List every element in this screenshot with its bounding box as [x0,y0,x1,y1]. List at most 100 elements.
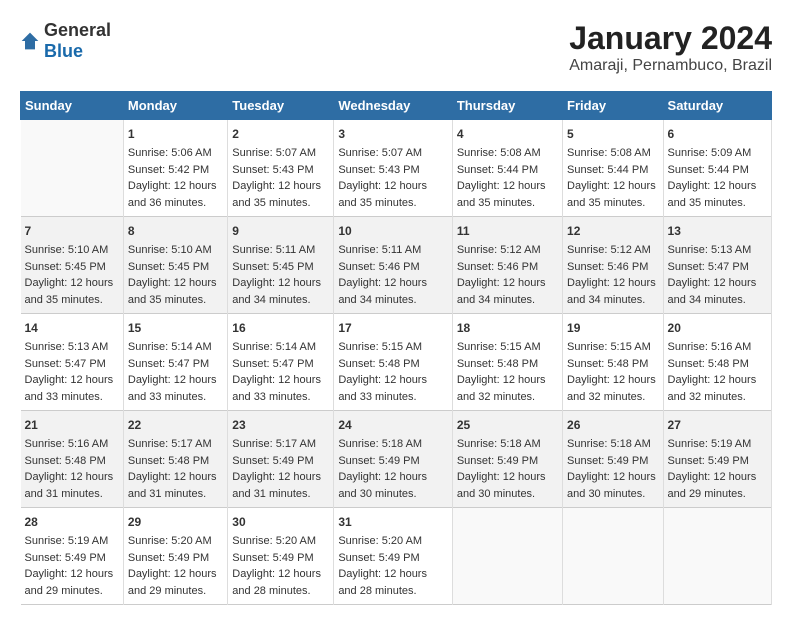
sunset-text: Sunset: 5:47 PM [232,356,329,373]
day-number: 3 [338,125,448,143]
day-number: 23 [232,416,329,434]
daylight-text: Daylight: 12 hours and 34 minutes. [668,275,767,308]
day-number: 14 [25,319,119,337]
calendar-cell: 13Sunrise: 5:13 AMSunset: 5:47 PMDayligh… [663,217,771,314]
day-number: 30 [232,513,329,531]
calendar-cell: 7Sunrise: 5:10 AMSunset: 5:45 PMDaylight… [21,217,124,314]
sunset-text: Sunset: 5:49 PM [338,550,448,567]
day-number: 12 [567,222,659,240]
logo: General Blue [20,20,111,62]
calendar-cell: 1Sunrise: 5:06 AMSunset: 5:42 PMDaylight… [123,120,227,217]
sunset-text: Sunset: 5:47 PM [128,356,223,373]
sunset-text: Sunset: 5:48 PM [128,453,223,470]
daylight-text: Daylight: 12 hours and 35 minutes. [457,178,558,211]
sunset-text: Sunset: 5:48 PM [25,453,119,470]
sunset-text: Sunset: 5:42 PM [128,162,223,179]
daylight-text: Daylight: 12 hours and 34 minutes. [567,275,659,308]
header-cell-sunday: Sunday [21,92,124,120]
sunrise-text: Sunrise: 5:12 AM [567,242,659,259]
calendar-cell [663,508,771,605]
calendar-cell: 28Sunrise: 5:19 AMSunset: 5:49 PMDayligh… [21,508,124,605]
day-number: 15 [128,319,223,337]
sunset-text: Sunset: 5:48 PM [338,356,448,373]
day-number: 25 [457,416,558,434]
sunset-text: Sunset: 5:49 PM [232,550,329,567]
sunset-text: Sunset: 5:44 PM [668,162,767,179]
sunset-text: Sunset: 5:44 PM [457,162,558,179]
calendar-cell: 4Sunrise: 5:08 AMSunset: 5:44 PMDaylight… [452,120,562,217]
daylight-text: Daylight: 12 hours and 33 minutes. [232,372,329,405]
main-title: January 2024 [569,20,772,57]
sunrise-text: Sunrise: 5:07 AM [232,145,329,162]
sunset-text: Sunset: 5:49 PM [338,453,448,470]
day-number: 22 [128,416,223,434]
header-cell-thursday: Thursday [452,92,562,120]
week-row-2: 7Sunrise: 5:10 AMSunset: 5:45 PMDaylight… [21,217,772,314]
sunrise-text: Sunrise: 5:15 AM [338,339,448,356]
daylight-text: Daylight: 12 hours and 35 minutes. [338,178,448,211]
daylight-text: Daylight: 12 hours and 35 minutes. [668,178,767,211]
calendar-cell: 17Sunrise: 5:15 AMSunset: 5:48 PMDayligh… [334,314,453,411]
calendar-cell: 12 Sunrise: 5:12 AMSunset: 5:46 PMDayligh… [563,217,664,314]
day-number: 10 [338,222,448,240]
daylight-text: Daylight: 12 hours and 32 minutes. [567,372,659,405]
daylight-text: Daylight: 12 hours and 36 minutes. [128,178,223,211]
sunset-text: Sunset: 5:49 PM [128,550,223,567]
daylight-text: Daylight: 12 hours and 33 minutes. [25,372,119,405]
day-number: 18 [457,319,558,337]
day-number: 27 [668,416,767,434]
calendar-cell: 18Sunrise: 5:15 AMSunset: 5:48 PMDayligh… [452,314,562,411]
calendar-cell [452,508,562,605]
day-number: 9 [232,222,329,240]
sunrise-text: Sunrise: 5:11 AM [232,242,329,259]
sunrise-text: Sunrise: 5:15 AM [567,339,659,356]
daylight-text: Daylight: 12 hours and 33 minutes. [128,372,223,405]
day-number: 7 [25,222,119,240]
daylight-text: Daylight: 12 hours and 32 minutes. [457,372,558,405]
sunrise-text: Sunrise: 5:08 AM [457,145,558,162]
header-cell-wednesday: Wednesday [334,92,453,120]
calendar-cell [563,508,664,605]
sunset-text: Sunset: 5:46 PM [567,259,659,276]
sunrise-text: Sunrise: 5:10 AM [128,242,223,259]
calendar-cell: 22Sunrise: 5:17 AMSunset: 5:48 PMDayligh… [123,411,227,508]
sunrise-text: Sunrise: 5:14 AM [232,339,329,356]
day-number: 1 [128,125,223,143]
daylight-text: Daylight: 12 hours and 34 minutes. [457,275,558,308]
week-row-4: 21Sunrise: 5:16 AMSunset: 5:48 PMDayligh… [21,411,772,508]
daylight-text: Daylight: 12 hours and 30 minutes. [338,469,448,502]
day-number: 2 [232,125,329,143]
calendar-cell: 21Sunrise: 5:16 AMSunset: 5:48 PMDayligh… [21,411,124,508]
calendar-cell: 16Sunrise: 5:14 AMSunset: 5:47 PMDayligh… [228,314,334,411]
sunset-text: Sunset: 5:48 PM [668,356,767,373]
calendar-cell: 9Sunrise: 5:11 AMSunset: 5:45 PMDaylight… [228,217,334,314]
daylight-text: Daylight: 12 hours and 32 minutes. [668,372,767,405]
calendar-cell: 23Sunrise: 5:17 AMSunset: 5:49 PMDayligh… [228,411,334,508]
calendar-cell: 6Sunrise: 5:09 AMSunset: 5:44 PMDaylight… [663,120,771,217]
logo-text-blue: Blue [44,41,83,61]
header-cell-monday: Monday [123,92,227,120]
daylight-text: Daylight: 12 hours and 35 minutes. [128,275,223,308]
sunset-text: Sunset: 5:49 PM [668,453,767,470]
daylight-text: Daylight: 12 hours and 31 minutes. [25,469,119,502]
week-row-5: 28Sunrise: 5:19 AMSunset: 5:49 PMDayligh… [21,508,772,605]
calendar-cell: 10Sunrise: 5:11 AMSunset: 5:46 PMDayligh… [334,217,453,314]
sunrise-text: Sunrise: 5:16 AM [25,436,119,453]
sunset-text: Sunset: 5:49 PM [567,453,659,470]
header-cell-saturday: Saturday [663,92,771,120]
sunrise-text: Sunrise: 5:19 AM [25,533,119,550]
header: General Blue January 2024 Amaraji, Perna… [20,20,772,75]
sunset-text: Sunset: 5:43 PM [232,162,329,179]
daylight-text: Daylight: 12 hours and 31 minutes. [232,469,329,502]
calendar-cell: 29Sunrise: 5:20 AMSunset: 5:49 PMDayligh… [123,508,227,605]
sunrise-text: Sunrise: 5:10 AM [25,242,119,259]
daylight-text: Daylight: 12 hours and 35 minutes. [232,178,329,211]
logo-icon [20,31,40,51]
daylight-text: Daylight: 12 hours and 30 minutes. [567,469,659,502]
header-row: SundayMondayTuesdayWednesdayThursdayFrid… [21,92,772,120]
title-section: January 2024 Amaraji, Pernambuco, Brazil [569,20,772,75]
calendar-cell: 2 Sunrise: 5:07 AMSunset: 5:43 PMDaylight… [228,120,334,217]
sunrise-text: Sunrise: 5:18 AM [338,436,448,453]
daylight-text: Daylight: 12 hours and 31 minutes. [128,469,223,502]
day-number: 5 [567,125,659,143]
